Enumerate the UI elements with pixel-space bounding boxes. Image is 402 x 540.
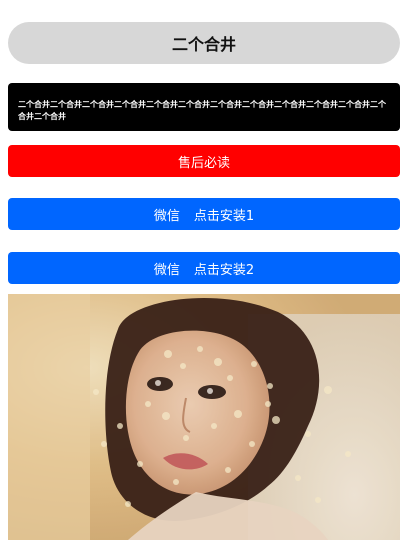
wechat-1-prefix: 微信 [153, 208, 180, 224]
wechat-2-prefix: 微信 [153, 262, 180, 278]
portrait-illustration [8, 294, 400, 540]
after-sales-button[interactable]: 售后必读 [8, 145, 400, 177]
page-title: 二个合井 [8, 22, 400, 64]
wechat-2-label: 点击安装2 [193, 262, 255, 278]
after-sales-label: 售后必读 [177, 155, 230, 171]
wechat-install-2-button[interactable]: 微信 点击安装2 [8, 252, 400, 284]
portrait-photo [8, 294, 400, 540]
notice-text: 二个合井二个合井二个合井二个合井二个合井二个合井二个合井二个合井二个合井二个合井… [18, 100, 386, 121]
wechat-install-1-button[interactable]: 微信 点击安装1 [8, 198, 400, 230]
vignette [8, 294, 400, 540]
notice-banner: 二个合井二个合井二个合井二个合井二个合井二个合井二个合井二个合井二个合井二个合井… [8, 83, 400, 131]
page-title-text: 二个合井 [171, 35, 236, 54]
wechat-1-label: 点击安装1 [193, 208, 255, 224]
